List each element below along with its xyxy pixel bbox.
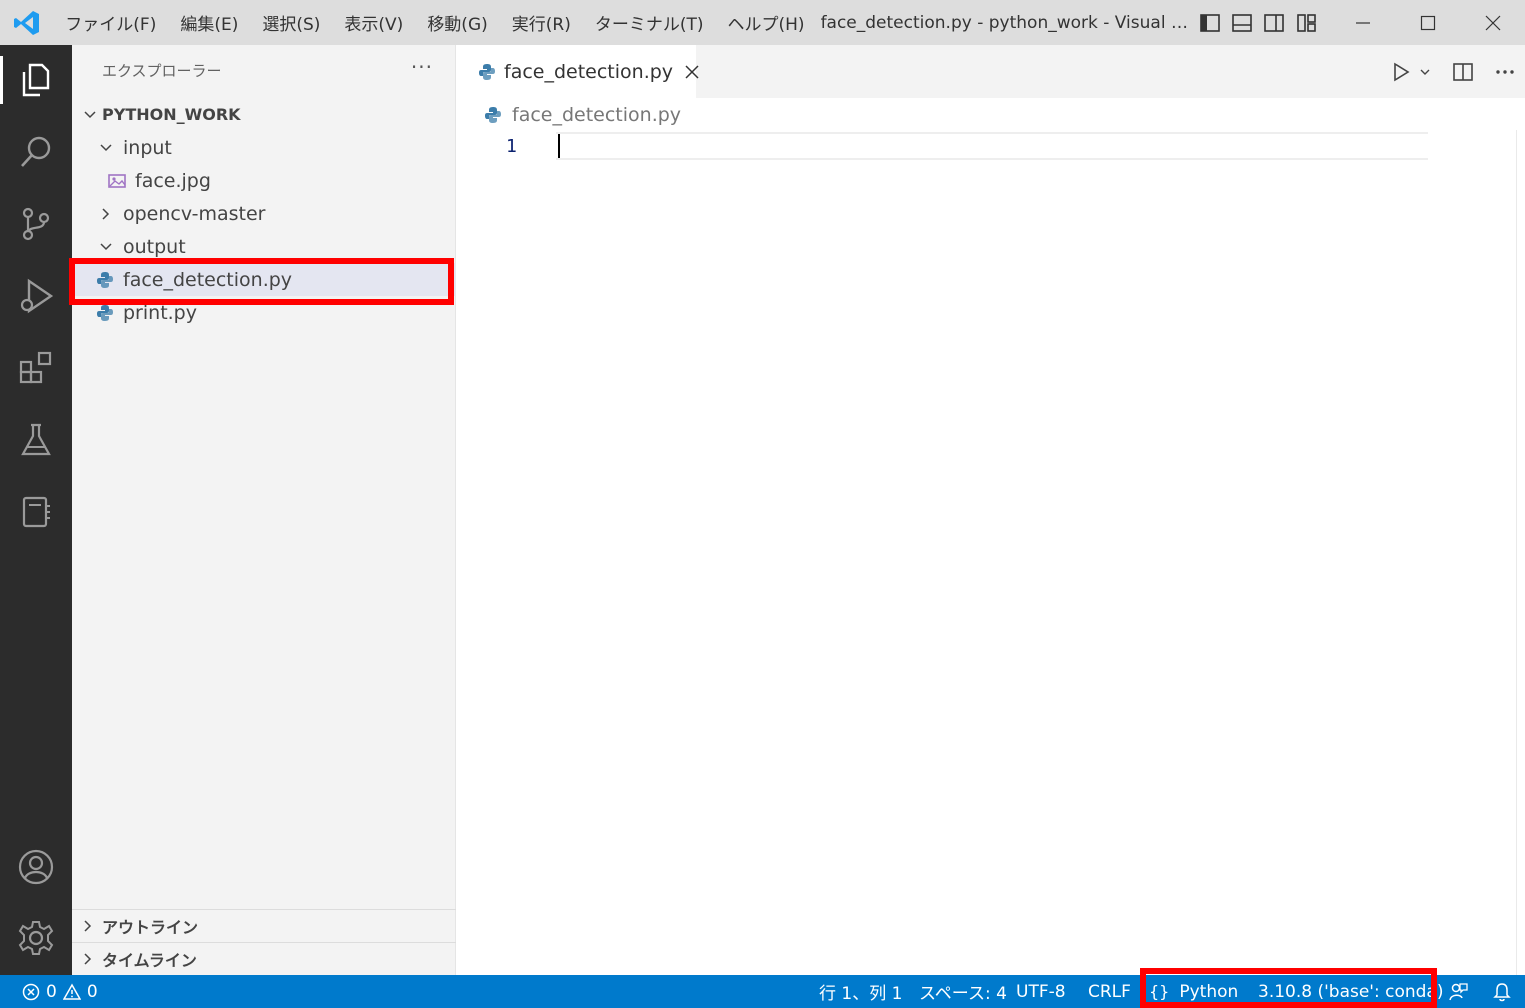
sidebar-title: エクスプローラー bbox=[102, 62, 222, 80]
timeline-label: タイムライン bbox=[102, 951, 197, 970]
current-line-highlight bbox=[556, 132, 1428, 160]
editor-actions bbox=[1391, 45, 1515, 98]
tab-face-detection[interactable]: face_detection.py bbox=[456, 45, 699, 98]
chevron-right-icon bbox=[96, 204, 116, 224]
search-icon[interactable] bbox=[0, 122, 72, 182]
python-file-icon bbox=[478, 63, 496, 81]
tree-item-print-py[interactable]: print.py bbox=[72, 296, 456, 329]
menu-file[interactable]: ファイル(F) bbox=[53, 10, 168, 35]
menu-edit[interactable]: 編集(E) bbox=[168, 10, 250, 35]
chevron-down-icon bbox=[96, 237, 116, 257]
tree-item-opencv-master[interactable]: opencv-master bbox=[72, 197, 456, 230]
run-file-icon[interactable] bbox=[1391, 62, 1411, 82]
scrollbar[interactable] bbox=[1516, 130, 1517, 975]
extensions-icon[interactable] bbox=[0, 338, 72, 398]
breadcrumb-file[interactable]: face_detection.py bbox=[512, 104, 681, 126]
testing-icon[interactable] bbox=[0, 410, 72, 470]
run-debug-icon[interactable] bbox=[0, 266, 72, 326]
line-number: 1 bbox=[506, 136, 517, 157]
python-file-icon bbox=[96, 304, 114, 322]
chevron-right-icon bbox=[78, 949, 98, 969]
cursor-position[interactable]: 行 1、列 1 bbox=[819, 975, 902, 1008]
breadcrumb[interactable]: face_detection.py bbox=[484, 100, 681, 130]
menu-terminal[interactable]: ターミナル(T) bbox=[583, 10, 716, 35]
tree-item-face-detection-py[interactable]: face_detection.py bbox=[72, 263, 456, 296]
close-window-icon[interactable] bbox=[1460, 0, 1525, 45]
tree-item-label: output bbox=[123, 235, 186, 258]
split-editor-icon[interactable] bbox=[1453, 62, 1473, 82]
image-file-icon bbox=[108, 172, 126, 190]
line-ending[interactable]: CRLF bbox=[1088, 975, 1131, 1008]
python-file-icon bbox=[484, 106, 502, 124]
timeline-section[interactable]: タイムライン bbox=[72, 942, 456, 975]
code-editor[interactable]: 1 bbox=[456, 130, 1525, 975]
explorer-icon[interactable] bbox=[0, 50, 72, 110]
tab-label: face_detection.py bbox=[504, 60, 674, 83]
menu-help[interactable]: ヘルプ(H) bbox=[716, 10, 817, 35]
status-bar: 0 0 行 1、列 1 スペース: 4 UTF-8 CRLF {} Python… bbox=[0, 968, 1525, 1008]
settings-gear-icon[interactable] bbox=[0, 908, 72, 968]
menu-run[interactable]: 実行(R) bbox=[500, 10, 583, 35]
workspace-name: PYTHON_WORK bbox=[102, 105, 241, 124]
tree-item-label: face_detection.py bbox=[123, 268, 293, 291]
more-actions-icon[interactable]: ··· bbox=[411, 55, 433, 79]
tree-item-input[interactable]: input bbox=[72, 131, 456, 164]
feedback-icon[interactable] bbox=[1448, 975, 1468, 1008]
toggle-secondary-sidebar-icon[interactable] bbox=[1258, 0, 1290, 45]
problems-indicator[interactable]: 0 0 bbox=[22, 975, 98, 1008]
warning-icon bbox=[62, 982, 81, 1001]
more-actions-icon[interactable] bbox=[1495, 62, 1515, 82]
vscode-logo-icon bbox=[0, 0, 53, 45]
outline-label: アウトライン bbox=[102, 918, 199, 937]
tree-item-output[interactable]: output bbox=[72, 230, 456, 263]
tree-item-label: opencv-master bbox=[123, 202, 266, 225]
encoding[interactable]: UTF-8 bbox=[1016, 975, 1066, 1008]
chevron-right-icon bbox=[78, 916, 98, 936]
text-cursor bbox=[558, 134, 560, 158]
error-count: 0 bbox=[46, 981, 57, 1002]
notebook-icon[interactable] bbox=[0, 482, 72, 542]
toggle-panel-icon[interactable] bbox=[1226, 0, 1258, 45]
workspace-root[interactable]: PYTHON_WORK bbox=[72, 98, 456, 131]
chevron-down-icon bbox=[80, 105, 100, 125]
indentation[interactable]: スペース: 4 bbox=[919, 975, 1007, 1008]
title-bar: ファイル(F) 編集(E) 選択(S) 表示(V) 移動(G) 実行(R) ター… bbox=[0, 0, 1525, 45]
warning-count: 0 bbox=[86, 981, 98, 1002]
editor-tab-bar: face_detection.py bbox=[456, 45, 1525, 98]
activity-bar bbox=[0, 45, 72, 975]
explorer-sidebar: エクスプローラー ··· PYTHON_WORK input face.jpg … bbox=[69, 45, 456, 975]
chevron-down-icon[interactable] bbox=[1419, 66, 1431, 78]
close-tab-icon[interactable] bbox=[685, 64, 699, 79]
menu-go[interactable]: 移動(G) bbox=[415, 10, 499, 35]
account-icon[interactable] bbox=[0, 837, 72, 897]
notifications-bell-icon[interactable] bbox=[1493, 975, 1511, 1008]
minimize-icon[interactable] bbox=[1331, 0, 1396, 45]
tree-item-label: input bbox=[123, 136, 172, 159]
maximize-icon[interactable] bbox=[1396, 0, 1461, 45]
error-icon bbox=[22, 983, 40, 1001]
tree-item-label: print.py bbox=[123, 301, 197, 324]
python-file-icon bbox=[96, 271, 114, 289]
tree-item-label: face.jpg bbox=[135, 169, 211, 192]
customize-layout-icon[interactable] bbox=[1291, 0, 1323, 45]
menu-view[interactable]: 表示(V) bbox=[332, 10, 415, 35]
window-title: face_detection.py - python_work - Visual… bbox=[820, 12, 1194, 33]
toggle-primary-sidebar-icon[interactable] bbox=[1194, 0, 1226, 45]
menu-selection[interactable]: 選択(S) bbox=[250, 10, 332, 35]
tree-item-face-jpg[interactable]: face.jpg bbox=[72, 164, 456, 197]
python-interpreter[interactable]: 3.10.8 ('base': conda) bbox=[1258, 975, 1443, 1008]
language-label: Python bbox=[1179, 981, 1239, 1002]
braces-icon: {} bbox=[1149, 982, 1170, 1001]
source-control-icon[interactable] bbox=[0, 194, 72, 254]
chevron-down-icon bbox=[96, 138, 116, 158]
outline-section[interactable]: アウトライン bbox=[72, 909, 456, 942]
language-mode[interactable]: {} Python bbox=[1149, 975, 1238, 1008]
